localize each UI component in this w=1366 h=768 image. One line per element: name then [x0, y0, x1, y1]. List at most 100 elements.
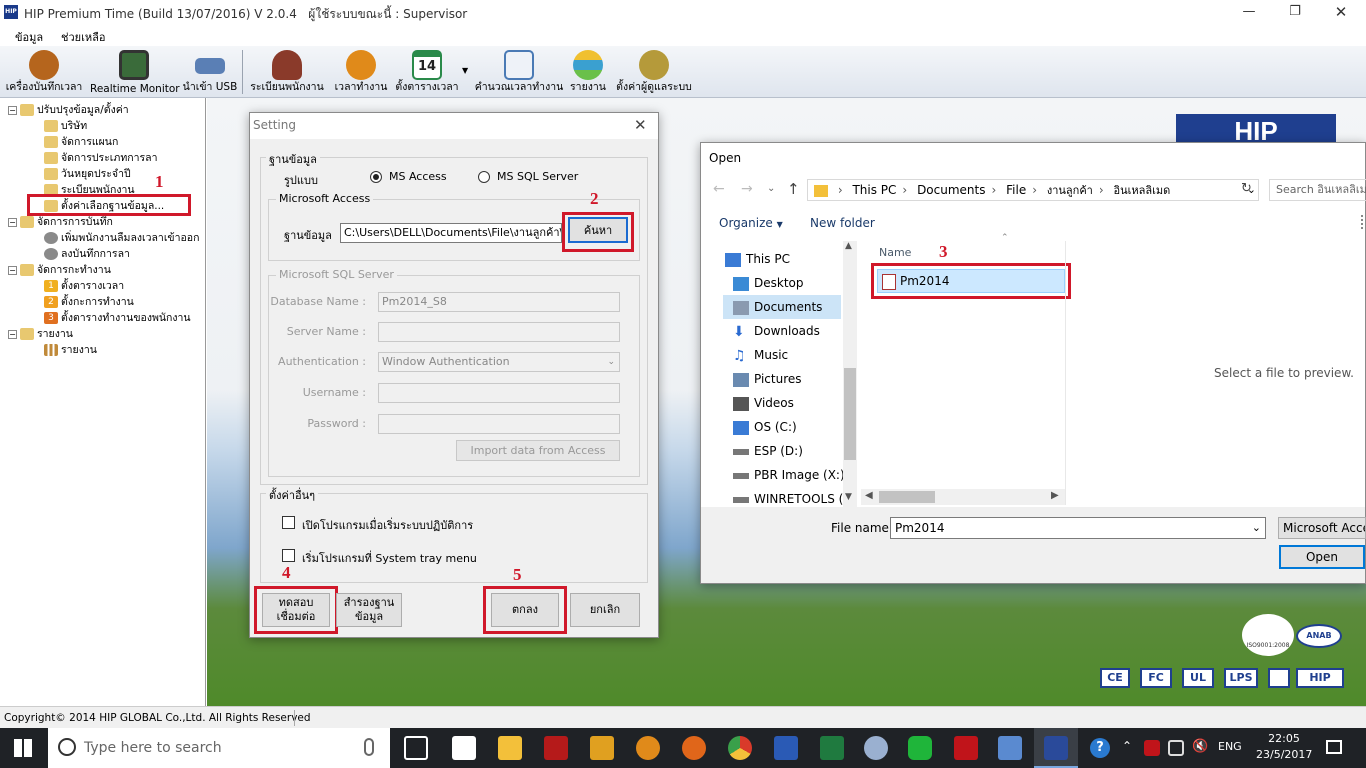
- chrome-icon[interactable]: [728, 736, 752, 760]
- nav-scrollbar-thumb[interactable]: [844, 368, 856, 460]
- tree-item-timetable[interactable]: 1 ตั้งตารางเวลา: [44, 278, 124, 294]
- ms-sql-radio[interactable]: MS SQL Server: [478, 170, 578, 183]
- system-tray-checkbox[interactable]: [282, 549, 295, 562]
- collapse-icon[interactable]: −: [8, 329, 17, 339]
- tree-item-database-settings[interactable]: ตั้งค่าเลือกฐานข้อมูล...: [44, 198, 164, 214]
- breadcrumb-documents[interactable]: Documents: [917, 183, 985, 197]
- filezilla-icon[interactable]: [544, 736, 568, 760]
- store-icon[interactable]: [452, 736, 476, 760]
- tree-item-employee-schedule[interactable]: 3 ตั้งตารางทำงานของพนักงาน: [44, 310, 191, 326]
- windows-start-icon[interactable]: [14, 739, 32, 757]
- taskbar-search-box[interactable]: Type here to search: [48, 728, 390, 768]
- new-folder-button[interactable]: New folder: [810, 216, 875, 230]
- backup-database-button[interactable]: สำรองฐาน ข้อมูล: [336, 593, 402, 627]
- server-input[interactable]: [378, 322, 620, 342]
- auth-select[interactable]: Window Authentication ⌄: [378, 352, 620, 372]
- refresh-icon[interactable]: ↻: [1241, 181, 1252, 196]
- acrobat-icon[interactable]: [954, 736, 978, 760]
- tree-item-add-forgot-time[interactable]: เพิ่มพนักงานลืมลงเวลาเข้าออก: [44, 230, 199, 246]
- nav-this-pc[interactable]: This PC: [725, 247, 790, 271]
- toolbar-usb-import-button[interactable]: นำเข้า USB: [182, 46, 238, 98]
- search-input[interactable]: Search อินเหลลิเมด: [1269, 179, 1366, 201]
- file-hscrollbar-thumb[interactable]: [879, 491, 935, 503]
- back-arrow-icon[interactable]: ←: [713, 181, 725, 197]
- tree-group-shifts[interactable]: − จัดการกะทำงาน: [8, 262, 111, 278]
- toolbar-time-recorder-button[interactable]: เครื่องบันทึกเวลา: [2, 46, 86, 98]
- scroll-up-icon[interactable]: ▲: [845, 241, 852, 251]
- scroll-down-icon[interactable]: ▼: [845, 492, 852, 502]
- scroll-left-icon[interactable]: ◀: [865, 490, 873, 501]
- toolbar-schedule-button[interactable]: 14 ตั้งตารางเวลา: [394, 46, 460, 98]
- excel-icon[interactable]: [820, 736, 844, 760]
- close-icon[interactable]: ✕: [1326, 2, 1356, 22]
- nav-desktop[interactable]: Desktop: [733, 271, 804, 295]
- action-center-icon[interactable]: [1326, 740, 1342, 754]
- schedule-dropdown-arrow-icon[interactable]: ▼: [462, 66, 468, 75]
- nav-downloads[interactable]: ⬇ Downloads: [733, 319, 820, 343]
- collapse-icon[interactable]: −: [8, 265, 17, 275]
- up-arrow-icon[interactable]: ↑: [787, 180, 800, 198]
- task-view-icon[interactable]: [404, 736, 428, 760]
- tree-item-report[interactable]: รายงาน: [44, 342, 97, 358]
- network-icon[interactable]: [1168, 740, 1184, 756]
- breadcrumb-current[interactable]: อินเหลลิเมด: [1114, 184, 1171, 197]
- view-options-icon[interactable]: [1361, 215, 1365, 229]
- breadcrumb-customer[interactable]: งานลูกค้า: [1047, 184, 1093, 197]
- recent-dropdown-icon[interactable]: ⌄: [767, 183, 775, 194]
- tray-chevron-up-icon[interactable]: ⌃: [1122, 739, 1132, 753]
- open-button[interactable]: Open: [1279, 545, 1365, 569]
- db-path-input[interactable]: C:\Users\DELL\Documents\File\งานลูกค้า\อ…: [340, 223, 562, 243]
- nav-os-drive[interactable]: OS (C:): [733, 415, 797, 439]
- collapse-icon[interactable]: −: [8, 217, 17, 227]
- restore-icon[interactable]: ❐: [1280, 2, 1310, 22]
- nav-music[interactable]: ♫ Music: [733, 343, 788, 367]
- tree-item-holiday[interactable]: วันหยุดประจำปี: [44, 166, 131, 182]
- taskbar-active-app[interactable]: [1034, 728, 1078, 768]
- clock-time[interactable]: 22:05: [1256, 732, 1312, 745]
- file-explorer-icon[interactable]: [498, 736, 522, 760]
- nav-documents[interactable]: Documents: [733, 295, 822, 319]
- nav-videos[interactable]: Videos: [733, 391, 794, 415]
- tree-group-settings[interactable]: − ปรับปรุงข้อมูล/ตั้งค่า: [8, 102, 129, 118]
- import-access-button[interactable]: Import data from Access: [456, 440, 620, 461]
- startup-checkbox[interactable]: [282, 516, 295, 529]
- dbname-input[interactable]: Pm2014_S8: [378, 292, 620, 312]
- menu-help[interactable]: ช่วยเหลือ: [61, 28, 105, 46]
- file-item-pm2014[interactable]: Pm2014: [877, 269, 1065, 293]
- organize-button[interactable]: Organize ▼: [719, 216, 783, 230]
- word-icon[interactable]: [774, 736, 798, 760]
- breadcrumb-file[interactable]: File: [1006, 183, 1026, 197]
- test-connection-button[interactable]: ทดสอบ เชื่อมต่อ: [262, 593, 330, 627]
- scroll-right-icon[interactable]: ▶: [1051, 490, 1059, 501]
- language-indicator[interactable]: ENG: [1218, 740, 1242, 753]
- toolbar-calculate-time-button[interactable]: คำนวณเวลาทำงาน: [474, 46, 564, 98]
- setting-close-icon[interactable]: ✕: [634, 116, 647, 134]
- toolbar-employee-records-button[interactable]: ระเบียนพนักงาน: [248, 46, 326, 98]
- tree-group-records[interactable]: − จัดการการบันทึก: [8, 214, 113, 230]
- minimize-icon[interactable]: —: [1234, 2, 1264, 22]
- clock-date[interactable]: 23/5/2017: [1256, 748, 1312, 761]
- chevron-down-icon[interactable]: ⌄: [1252, 518, 1261, 538]
- tree-item-leave-type[interactable]: จัดการประเภทการลา: [44, 150, 157, 166]
- acrobat-tray-icon[interactable]: [1144, 740, 1160, 756]
- collapse-icon[interactable]: −: [8, 105, 17, 115]
- tree-item-shift[interactable]: 2 ตั้งกะการทำงาน: [44, 294, 134, 310]
- tree-group-reports[interactable]: − รายงาน: [8, 326, 73, 342]
- help-tray-icon[interactable]: ?: [1090, 738, 1110, 758]
- password-input[interactable]: [378, 414, 620, 434]
- cancel-button[interactable]: ยกเลิก: [570, 593, 640, 627]
- outlook-icon[interactable]: [590, 736, 614, 760]
- paint-icon[interactable]: [864, 736, 888, 760]
- toolbar-admin-settings-button[interactable]: ตั้งค่าผู้ดูแลระบบ: [612, 46, 696, 98]
- toolbar-report-button[interactable]: รายงาน: [566, 46, 610, 98]
- tree-item-department[interactable]: จัดการแผนก: [44, 134, 118, 150]
- firefox-icon[interactable]: [682, 736, 706, 760]
- toolbar-work-time-button[interactable]: เวลาทำงาน: [332, 46, 390, 98]
- menu-data[interactable]: ข้อมูล: [15, 28, 43, 46]
- filetype-select[interactable]: Microsoft Acces: [1278, 517, 1366, 539]
- nav-pbr-drive[interactable]: PBR Image (X:): [733, 463, 845, 487]
- name-column-header[interactable]: Name: [879, 246, 911, 259]
- app-my-icon[interactable]: [636, 736, 660, 760]
- breadcrumb-this-pc[interactable]: This PC: [852, 183, 896, 197]
- tree-item-company[interactable]: บริษัท: [44, 118, 87, 134]
